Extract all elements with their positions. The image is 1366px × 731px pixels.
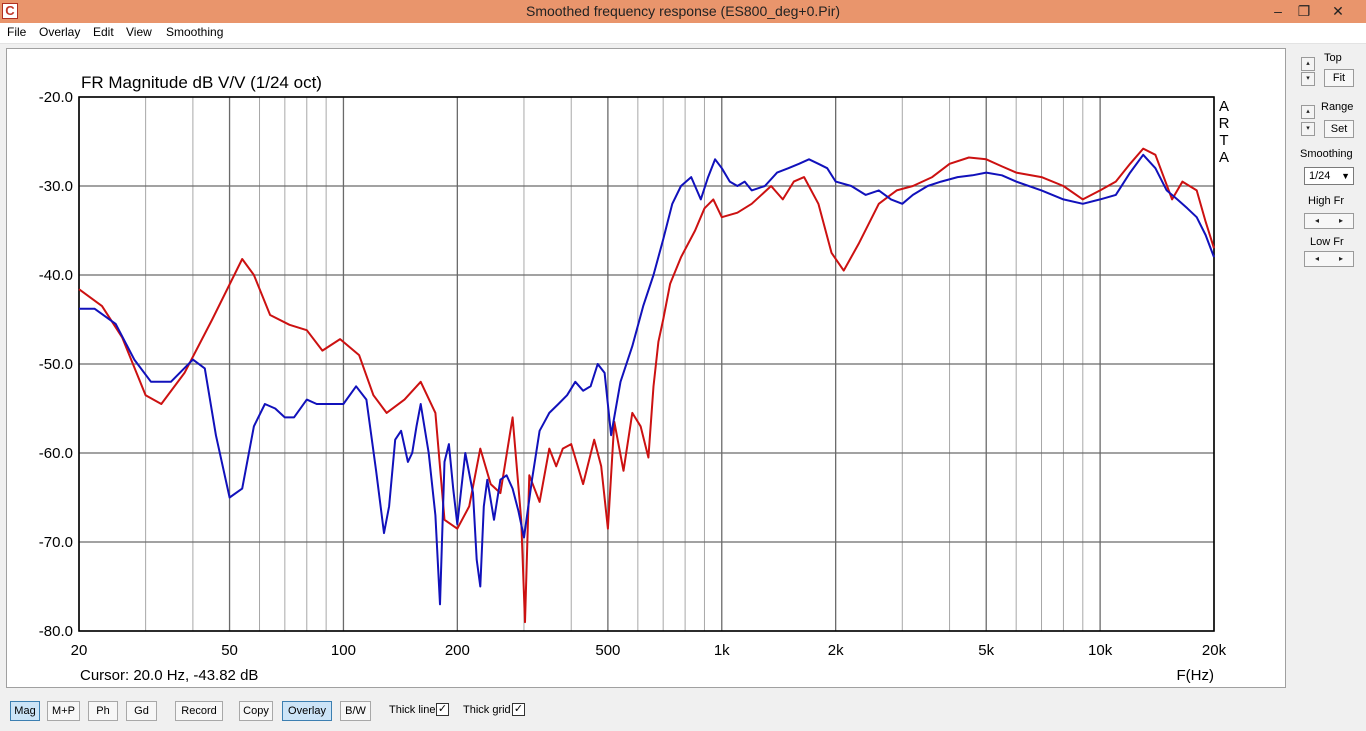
arta-watermark: A R T A — [1217, 98, 1231, 166]
y-tick-label: -50.0 — [39, 356, 73, 373]
y-tick-label: -80.0 — [39, 623, 73, 640]
arta-letter: T — [1219, 132, 1229, 149]
overlay-button[interactable]: Overlay — [282, 701, 332, 721]
x-tick-label: 100 — [331, 642, 356, 659]
x-tick-label: 200 — [445, 642, 470, 659]
x-tick-label: 1k — [714, 642, 730, 659]
arta-letter: R — [1218, 115, 1230, 132]
series-line — [79, 153, 1215, 606]
m-plus-p-button[interactable]: M+P — [47, 701, 80, 721]
right-panel: ▴ ▾ Top Fit ▴ ▾ Range Set Smoothing 1/24… — [1290, 48, 1366, 688]
thick-line-label: Thick line — [389, 704, 436, 716]
smoothing-label: Smoothing — [1300, 148, 1353, 160]
range-down-spinner[interactable]: ▾ — [1301, 122, 1315, 136]
x-tick-label: 500 — [595, 642, 620, 659]
x-tick-label: 10k — [1088, 642, 1113, 659]
frequency-response-chart[interactable]: 20 50 100 200 500 1k 2k 5k 10k 20k -20.0 -30.0 -40.0… — [0, 0, 1366, 731]
label-layer: 20 50 100 200 500 1k 2k 5k 10k 20k -20.0 -30.0 -40.0… — [39, 73, 1227, 684]
chart-title: FR Magnitude dB V/V (1/24 oct) — [81, 73, 322, 92]
range-label: Range — [1321, 101, 1354, 113]
low-fr-stepper: ◂ ▸ — [1304, 251, 1354, 267]
top-down-spinner[interactable]: ▾ — [1301, 72, 1315, 86]
thick-line-checkbox[interactable]: ✓ — [436, 703, 449, 716]
x-tick-label: 5k — [978, 642, 994, 659]
high-fr-left-button[interactable]: ◂ — [1305, 215, 1329, 227]
x-tick-label: 20k — [1202, 642, 1227, 659]
series-line — [78, 147, 1215, 624]
top-label: Top — [1324, 52, 1342, 64]
range-up-spinner[interactable]: ▴ — [1301, 105, 1315, 119]
x-tick-label: 20 — [71, 642, 88, 659]
x-axis-label: F(Hz) — [1177, 667, 1215, 684]
high-fr-label: High Fr — [1308, 195, 1345, 207]
top-up-spinner[interactable]: ▴ — [1301, 57, 1315, 71]
thick-grid-label: Thick grid — [463, 704, 511, 716]
series-layer — [78, 147, 1215, 624]
low-fr-label: Low Fr — [1310, 236, 1344, 248]
mag-button[interactable]: Mag — [10, 701, 40, 721]
low-fr-right-button[interactable]: ▸ — [1329, 253, 1353, 265]
ph-button[interactable]: Ph — [88, 701, 118, 721]
record-button[interactable]: Record — [175, 701, 223, 721]
x-tick-label: 2k — [828, 642, 844, 659]
cursor-readout: Cursor: 20.0 Hz, -43.82 dB — [80, 667, 258, 684]
y-tick-label: -70.0 — [39, 534, 73, 551]
y-tick-label: -40.0 — [39, 267, 73, 284]
gd-button[interactable]: Gd — [126, 701, 157, 721]
copy-button[interactable]: Copy — [239, 701, 273, 721]
smoothing-select[interactable]: 1/24 ▼ — [1304, 167, 1354, 185]
arta-letter: A — [1218, 98, 1229, 115]
low-fr-left-button[interactable]: ◂ — [1305, 253, 1329, 265]
fit-button[interactable]: Fit — [1324, 69, 1354, 87]
high-fr-right-button[interactable]: ▸ — [1329, 215, 1353, 227]
bw-button[interactable]: B/W — [340, 701, 371, 721]
set-button[interactable]: Set — [1324, 120, 1354, 138]
thick-grid-checkbox[interactable]: ✓ — [512, 703, 525, 716]
arta-letter: A — [1218, 149, 1229, 166]
y-tick-label: -60.0 — [39, 445, 73, 462]
high-fr-stepper: ◂ ▸ — [1304, 213, 1354, 229]
y-tick-label: -30.0 — [39, 178, 73, 195]
x-tick-label: 50 — [221, 642, 238, 659]
y-tick-label: -20.0 — [39, 89, 73, 106]
bottom-toolbar: Mag M+P Ph Gd Record Copy Overlay B/W Th… — [0, 692, 1366, 731]
chevron-down-icon: ▼ — [1341, 171, 1350, 181]
smoothing-value: 1/24 — [1309, 170, 1331, 182]
